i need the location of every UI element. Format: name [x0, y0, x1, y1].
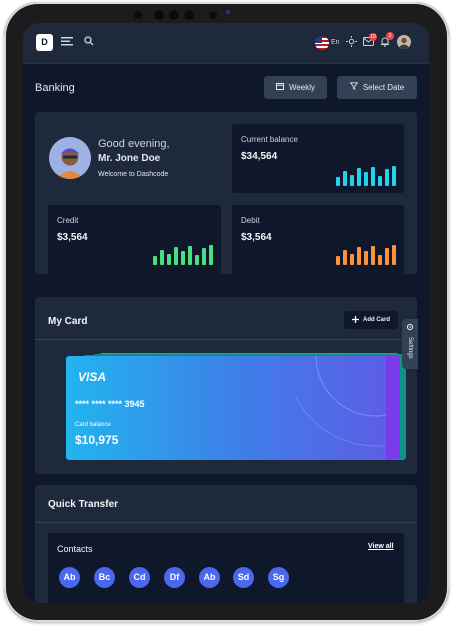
- contacts-title: Contacts: [57, 544, 93, 554]
- sparkline-bar: [202, 248, 206, 265]
- sparkline-bar: [153, 256, 157, 265]
- sparkline-bar: [188, 246, 192, 265]
- gear-icon: [406, 323, 414, 333]
- sparkline-bar: [350, 175, 354, 186]
- sparkline-bar: [336, 177, 340, 186]
- profile-portrait: [49, 137, 91, 179]
- page-title: Banking: [35, 82, 75, 94]
- credit-sparkline: [153, 243, 213, 265]
- credit-tile: Credit $3,564: [48, 205, 221, 274]
- menu-icon[interactable]: [61, 36, 73, 49]
- sparkline-bar: [343, 171, 347, 186]
- card-decoration-icon: [296, 356, 386, 447]
- user-name: Mr. Jone Doe: [98, 153, 161, 164]
- contact-avatar[interactable]: Cd: [129, 567, 150, 588]
- language-label[interactable]: En: [331, 37, 340, 49]
- plus-icon: [352, 315, 359, 325]
- debit-sparkline: [336, 243, 396, 265]
- debit-label: Debit: [241, 216, 260, 225]
- credit-label: Credit: [57, 216, 79, 225]
- us-flag-icon[interactable]: [315, 36, 329, 50]
- sparkline-bar: [181, 251, 185, 265]
- mail-badge: 10: [369, 33, 377, 41]
- sparkline-bar: [350, 254, 354, 265]
- search-icon[interactable]: [84, 36, 94, 49]
- quick-transfer-title: Quick Transfer: [48, 499, 119, 510]
- sparkline-bar: [209, 245, 213, 265]
- sparkline-bar: [385, 169, 389, 186]
- sparkline-bar: [160, 250, 164, 265]
- filter-icon: [349, 76, 359, 99]
- debit-value: $3,564: [241, 232, 272, 243]
- sensor-icon: [154, 10, 164, 20]
- visa-card[interactable]: VISA **** **** **** 3945 Card balance $1…: [66, 356, 386, 460]
- credit-value: $3,564: [57, 232, 88, 243]
- notification-badge: 3: [386, 32, 394, 40]
- welcome-text: Welcome to Dashcode: [98, 171, 169, 178]
- sparkline-bar: [371, 167, 375, 186]
- sparkline-bar: [357, 168, 361, 186]
- sparkline-bar: [343, 250, 347, 265]
- current-balance-label: Current balance: [241, 135, 298, 144]
- weekly-label: Weekly: [288, 83, 316, 92]
- card-balance: $10,975: [75, 433, 119, 447]
- add-card-label: Add Card: [363, 317, 390, 323]
- view-all-link[interactable]: View all: [368, 543, 394, 550]
- sparkline-bar: [392, 166, 396, 186]
- weekly-button[interactable]: Weekly: [264, 76, 327, 99]
- calendar-icon: [275, 76, 284, 99]
- card-balance-label: Card balance: [75, 422, 111, 428]
- my-card-divider: [35, 339, 417, 340]
- quick-transfer-divider: [35, 522, 417, 523]
- card-brand: VISA: [78, 370, 107, 384]
- sparkline-bar: [378, 255, 382, 265]
- my-card-title: My Card: [48, 316, 88, 327]
- sparkline-bar: [364, 251, 368, 265]
- select-date-label: Select Date: [362, 83, 405, 92]
- top-bar: D En 10 3: [23, 23, 429, 64]
- contact-avatar[interactable]: Sd: [233, 567, 254, 588]
- sparkline-bar: [392, 245, 396, 265]
- sparkline-bar: [174, 247, 178, 265]
- current-balance-sparkline: [336, 164, 396, 186]
- sparkline-bar: [364, 172, 368, 186]
- debit-tile: Debit $3,564: [232, 205, 404, 274]
- contact-avatar[interactable]: Ab: [199, 567, 220, 588]
- sparkline-bar: [167, 254, 171, 265]
- sparkline-bar: [357, 247, 361, 265]
- sparkline-bar: [371, 246, 375, 265]
- sparkline-bar: [195, 255, 199, 265]
- contact-avatar[interactable]: Ab: [59, 567, 80, 588]
- current-balance-tile: Current balance $34,564: [232, 124, 404, 193]
- sensor-icon: [184, 10, 194, 20]
- current-balance-value: $34,564: [241, 151, 278, 162]
- user-avatar[interactable]: [397, 35, 411, 49]
- sun-icon[interactable]: [346, 36, 357, 50]
- settings-tab[interactable]: Settings: [402, 319, 418, 369]
- greeting-text: Good evening,: [98, 138, 170, 150]
- camera-icon: [209, 11, 217, 19]
- select-date-button[interactable]: Select Date: [337, 76, 417, 99]
- camera-lens-icon: [226, 10, 230, 14]
- sparkline-bar: [385, 248, 389, 265]
- app-screen: D En 10 3 Banking Weekly Select Date Goo…: [23, 23, 429, 603]
- settings-label: Settings: [407, 337, 413, 359]
- contact-avatar[interactable]: Sg: [268, 567, 289, 588]
- contact-avatar[interactable]: Bc: [94, 567, 115, 588]
- app-logo[interactable]: D: [36, 34, 53, 51]
- sensor-icon: [169, 10, 179, 20]
- card-number: **** **** **** 3945: [75, 399, 145, 409]
- contact-avatar[interactable]: Df: [164, 567, 185, 588]
- sparkline-bar: [336, 256, 340, 265]
- sensor-icon: [134, 11, 142, 19]
- add-card-button[interactable]: Add Card: [344, 311, 398, 329]
- sparkline-bar: [378, 176, 382, 186]
